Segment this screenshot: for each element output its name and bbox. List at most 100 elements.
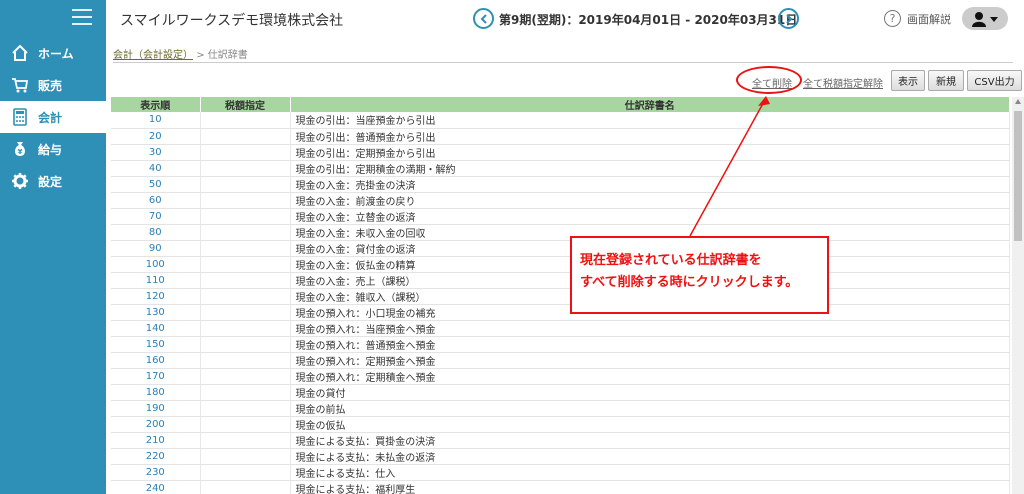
sidebar-item-payroll[interactable]: ¥ 給与: [0, 133, 106, 165]
table-row[interactable]: 150 現金の預入れ：普通預金へ預金: [111, 336, 1010, 353]
tax-cell: [200, 128, 291, 145]
calculator-icon: [10, 107, 30, 127]
order-link[interactable]: 100: [111, 256, 201, 273]
tax-cell: [200, 256, 291, 273]
order-link[interactable]: 70: [111, 208, 201, 225]
table-row[interactable]: 200 現金の仮払: [111, 416, 1010, 433]
order-link[interactable]: 130: [111, 304, 201, 321]
table-row[interactable]: 220 現金による支払：未払金の返済: [111, 448, 1010, 465]
dictionary-name-cell: 現金の前払: [290, 400, 1010, 417]
new-button[interactable]: 新規: [928, 70, 964, 91]
tax-cell: [200, 480, 291, 494]
dictionary-name-cell: 現金の引出：普通預金から引出: [290, 128, 1010, 145]
order-link[interactable]: 190: [111, 400, 201, 417]
table-row[interactable]: 50 現金の入金：売掛金の決済: [111, 176, 1010, 193]
table-row[interactable]: 30 現金の引出：定期預金から引出: [111, 144, 1010, 161]
table-row[interactable]: 10 現金の引出：当座預金から引出: [111, 112, 1010, 129]
order-link[interactable]: 60: [111, 192, 201, 209]
table-row[interactable]: 130 現金の預入れ：小口現金の補充: [111, 304, 1010, 321]
help-button[interactable]: ? 画面解説: [884, 10, 951, 27]
vertical-scrollbar[interactable]: [1012, 97, 1024, 494]
order-link[interactable]: 180: [111, 384, 201, 401]
order-link[interactable]: 240: [111, 480, 201, 494]
order-link[interactable]: 140: [111, 320, 201, 337]
column-header-order[interactable]: 表示順: [111, 97, 201, 112]
table-row[interactable]: 170 現金の預入れ：定期積金へ預金: [111, 368, 1010, 385]
order-link[interactable]: 150: [111, 336, 201, 353]
column-header-name[interactable]: 仕訳辞書名: [290, 97, 1010, 112]
order-link[interactable]: 40: [111, 160, 201, 177]
sidebar-item-label: 設定: [38, 174, 63, 189]
order-link[interactable]: 20: [111, 128, 201, 145]
tax-cell: [200, 304, 291, 321]
breadcrumb-parent-link[interactable]: 会計（会計設定）: [113, 50, 193, 61]
order-link[interactable]: 30: [111, 144, 201, 161]
table-row[interactable]: 20 現金の引出：普通預金から引出: [111, 128, 1010, 145]
csv-export-button[interactable]: CSV出力: [967, 70, 1022, 91]
sidebar-item-label: 給与: [38, 142, 63, 157]
tax-cell: [200, 112, 291, 129]
order-link[interactable]: 110: [111, 272, 201, 289]
dictionary-name-cell: 現金の仮払: [290, 416, 1010, 433]
order-link[interactable]: 210: [111, 432, 201, 449]
table-row[interactable]: 120 現金の入金：雑収入（課税）: [111, 288, 1010, 305]
order-link[interactable]: 160: [111, 352, 201, 369]
scroll-up-icon[interactable]: [1015, 99, 1021, 104]
table-row[interactable]: 210 現金による支払：買掛金の決済: [111, 432, 1010, 449]
dictionary-name-cell: 現金の引出：定期積金の満期・解約: [290, 160, 1010, 177]
scroll-thumb[interactable]: [1014, 111, 1022, 241]
tax-cell: [200, 448, 291, 465]
clear-tax-link[interactable]: 全て税額指定解除: [803, 75, 883, 90]
table-row[interactable]: 140 現金の預入れ：当座預金へ預金: [111, 320, 1010, 337]
order-link[interactable]: 50: [111, 176, 201, 193]
table-row[interactable]: 190 現金の前払: [111, 400, 1010, 417]
order-link[interactable]: 10: [111, 112, 201, 129]
show-button[interactable]: 表示: [891, 70, 925, 91]
company-name: スマイルワークスデモ環境株式会社: [120, 13, 344, 29]
annotation-highlight-oval: [736, 66, 802, 94]
sidebar: ホーム 販売 会計 ¥ 給与 設定: [0, 0, 106, 494]
gear-icon: [10, 171, 30, 191]
table-row[interactable]: 70 現金の入金：立替金の返済: [111, 208, 1010, 225]
sidebar-item-home[interactable]: ホーム: [0, 37, 106, 69]
order-link[interactable]: 170: [111, 368, 201, 385]
sidebar-item-accounting[interactable]: 会計: [0, 101, 106, 133]
table-row[interactable]: 180 現金の貸付: [111, 384, 1010, 401]
table-row[interactable]: 60 現金の入金：前渡金の戻り: [111, 192, 1010, 209]
home-icon: [10, 43, 30, 63]
dictionary-name-cell: 現金の入金：前渡金の戻り: [290, 192, 1010, 209]
order-link[interactable]: 90: [111, 240, 201, 257]
table-row[interactable]: 90 現金の入金：貸付金の返済: [111, 240, 1010, 257]
table-body: 10 現金の引出：当座預金から引出 20 現金の引出：普通預金から引出 30 現金の引出：…: [111, 112, 1010, 494]
dictionary-name-cell: 現金による支払：未払金の返済: [290, 448, 1010, 465]
table-row[interactable]: 230 現金による支払：仕入: [111, 464, 1010, 481]
order-link[interactable]: 120: [111, 288, 201, 305]
dictionary-name-cell: 現金の預入れ：定期預金へ預金: [290, 352, 1010, 369]
order-link[interactable]: 230: [111, 464, 201, 481]
table-row[interactable]: 240 現金による支払：福利厚生: [111, 480, 1010, 494]
table-row[interactable]: 160 現金の預入れ：定期預金へ預金: [111, 352, 1010, 369]
annotation-line-2: すべて削除する時にクリックします。: [580, 275, 799, 290]
hamburger-menu-icon[interactable]: [72, 9, 92, 25]
table-row[interactable]: 110 現金の入金：売上（課税）: [111, 272, 1010, 289]
sidebar-item-sales[interactable]: 販売: [0, 69, 106, 101]
table-row[interactable]: 100 現金の入金：仮払金の精算: [111, 256, 1010, 273]
next-period-button[interactable]: [778, 8, 799, 29]
money-bag-icon: ¥: [10, 139, 30, 159]
dictionary-name-cell: 現金の入金：売掛金の決済: [290, 176, 1010, 193]
help-label: 画面解説: [907, 12, 951, 26]
order-link[interactable]: 200: [111, 416, 201, 433]
column-header-tax[interactable]: 税額指定: [200, 97, 291, 112]
breadcrumb-separator: >: [196, 50, 205, 61]
sidebar-item-label: 販売: [38, 78, 63, 93]
dictionary-name-cell: 現金の預入れ：当座預金へ預金: [290, 320, 1010, 337]
previous-period-button[interactable]: [473, 8, 494, 29]
table-row[interactable]: 40 現金の引出：定期積金の満期・解約: [111, 160, 1010, 177]
user-menu-button[interactable]: [962, 7, 1008, 30]
dictionary-name-cell: 現金の貸付: [290, 384, 1010, 401]
sidebar-item-settings[interactable]: 設定: [0, 165, 106, 197]
order-link[interactable]: 220: [111, 448, 201, 465]
dictionary-name-cell: 現金による支払：福利厚生: [290, 480, 1010, 494]
table-row[interactable]: 80 現金の入金：未収入金の回収: [111, 224, 1010, 241]
order-link[interactable]: 80: [111, 224, 201, 241]
